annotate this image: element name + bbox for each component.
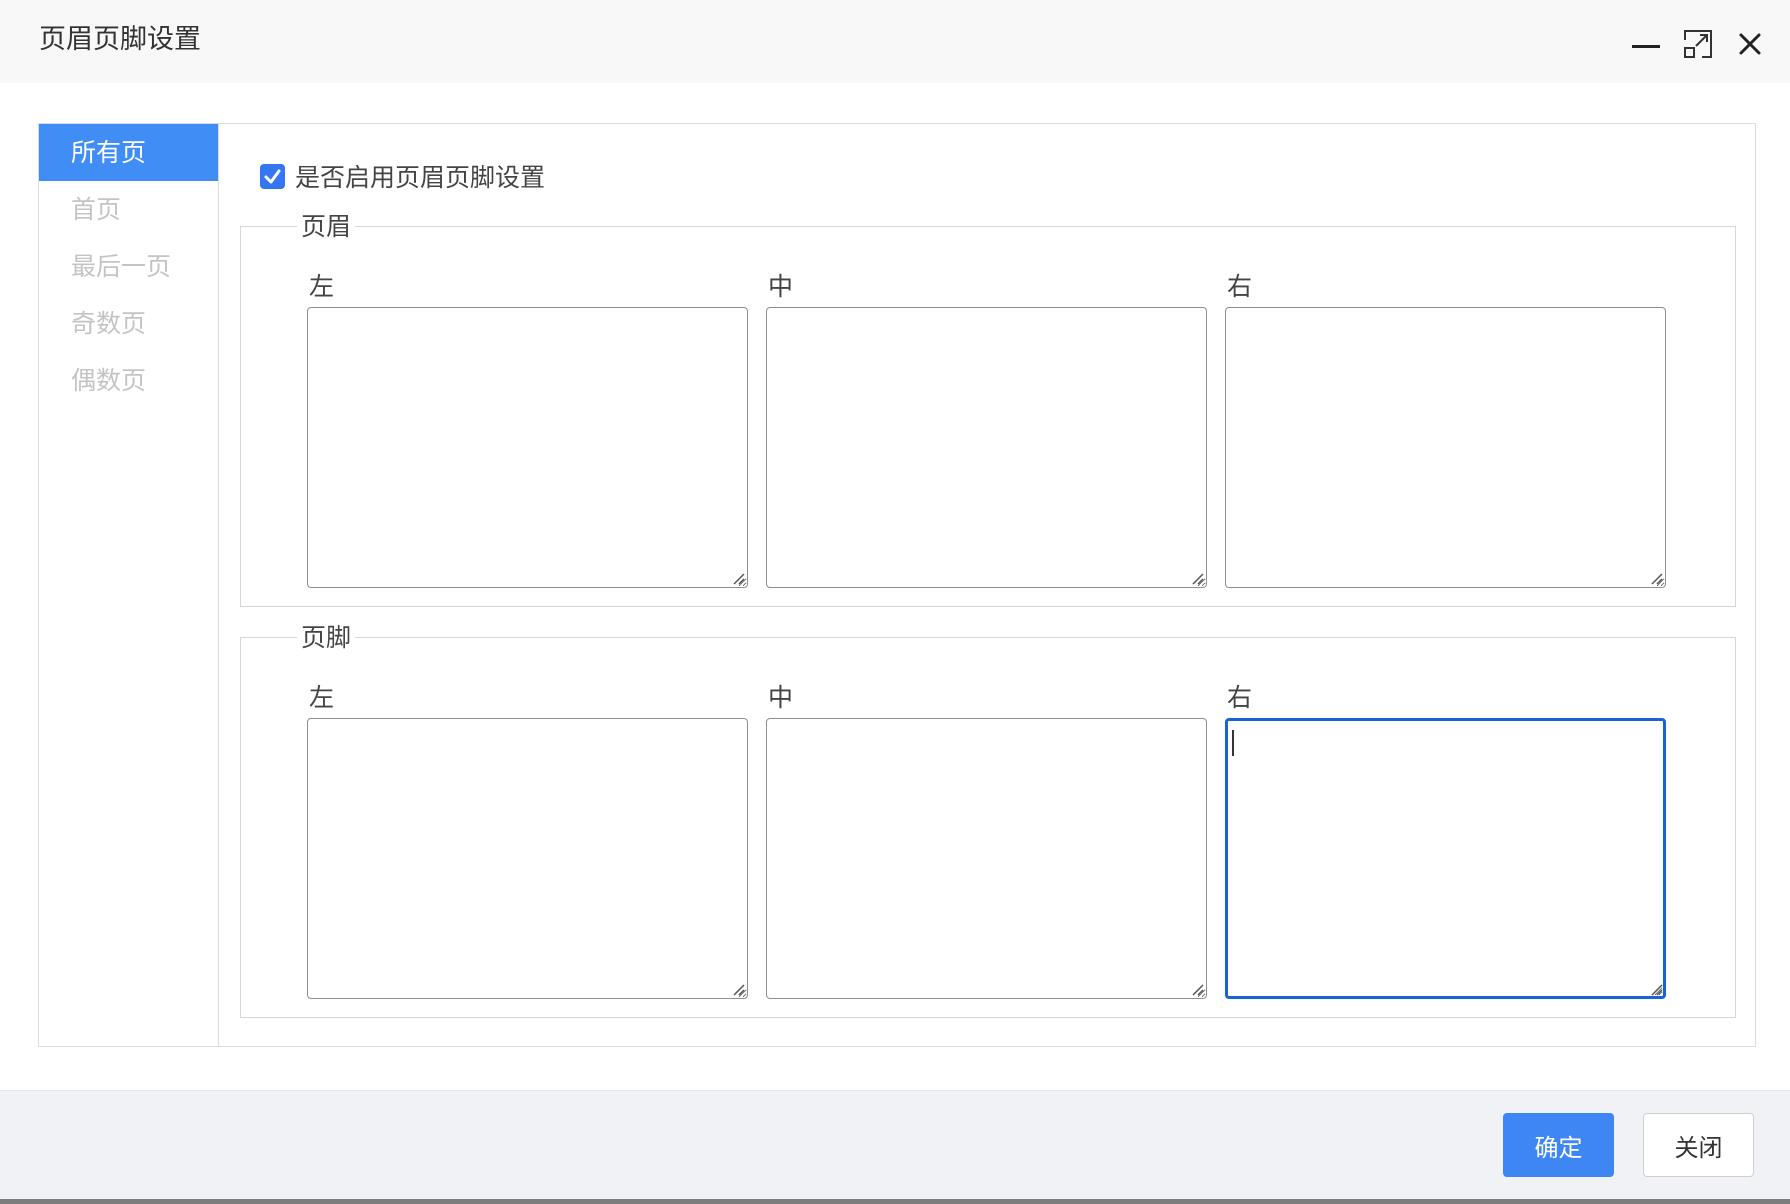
bottom-edge [0, 1199, 1790, 1204]
header-right-label: 右 [1227, 272, 1253, 301]
settings-content: 是否启用页眉页脚设置 页眉 左 中 右 页脚 左 中 右 [220, 124, 1755, 1046]
sidebar-item-all-pages[interactable]: 所有页 [39, 124, 218, 181]
maximize-icon[interactable] [1678, 24, 1718, 64]
header-left-cell: 左 [307, 267, 748, 588]
confirm-button[interactable]: 确定 [1503, 1113, 1614, 1177]
footer-center-cell: 中 [766, 678, 1207, 999]
sidebar-item-odd-pages[interactable]: 奇数页 [39, 295, 218, 352]
close-icon[interactable] [1730, 24, 1770, 64]
header-right-cell: 右 [1225, 267, 1666, 588]
header-right-input[interactable] [1225, 307, 1666, 588]
enable-checkbox[interactable] [260, 163, 285, 189]
text-caret [1232, 730, 1234, 756]
header-legend: 页眉 [297, 211, 356, 243]
sidebar-item-even-pages[interactable]: 偶数页 [39, 352, 218, 409]
header-left-input[interactable] [307, 307, 748, 588]
settings-panel: 所有页 首页 最后一页 奇数页 偶数页 是否启用页眉页脚设置 页眉 左 中 右 … [38, 123, 1756, 1047]
dialog-footer: 确定 关闭 [0, 1090, 1790, 1204]
header-group: 页眉 左 中 右 [240, 211, 1736, 607]
dialog-title: 页眉页脚设置 [39, 24, 201, 55]
checkmark-icon [264, 169, 281, 183]
footer-right-cell: 右 [1225, 678, 1666, 999]
header-left-label: 左 [309, 272, 335, 301]
enable-label: 是否启用页眉页脚设置 [295, 163, 546, 192]
header-center-label: 中 [768, 272, 794, 301]
footer-left-label: 左 [309, 683, 335, 712]
minimize-icon[interactable] [1626, 24, 1666, 64]
enable-header-footer[interactable]: 是否启用页眉页脚设置 [260, 158, 545, 194]
page-type-sidebar: 所有页 首页 最后一页 奇数页 偶数页 [39, 124, 219, 1046]
footer-left-input[interactable] [307, 718, 748, 999]
footer-left-cell: 左 [307, 678, 748, 999]
header-center-cell: 中 [766, 267, 1207, 588]
footer-center-input[interactable] [766, 718, 1207, 999]
footer-right-input[interactable] [1225, 718, 1666, 999]
sidebar-item-last-page[interactable]: 最后一页 [39, 238, 218, 295]
dialog-title-bar: 页眉页脚设置 [0, 0, 1790, 83]
close-button[interactable]: 关闭 [1643, 1113, 1754, 1177]
sidebar-item-first-page[interactable]: 首页 [39, 181, 218, 238]
footer-center-label: 中 [768, 683, 794, 712]
footer-legend: 页脚 [297, 622, 356, 654]
footer-right-label: 右 [1227, 683, 1253, 712]
header-center-input[interactable] [766, 307, 1207, 588]
footer-group: 页脚 左 中 右 [240, 622, 1736, 1018]
